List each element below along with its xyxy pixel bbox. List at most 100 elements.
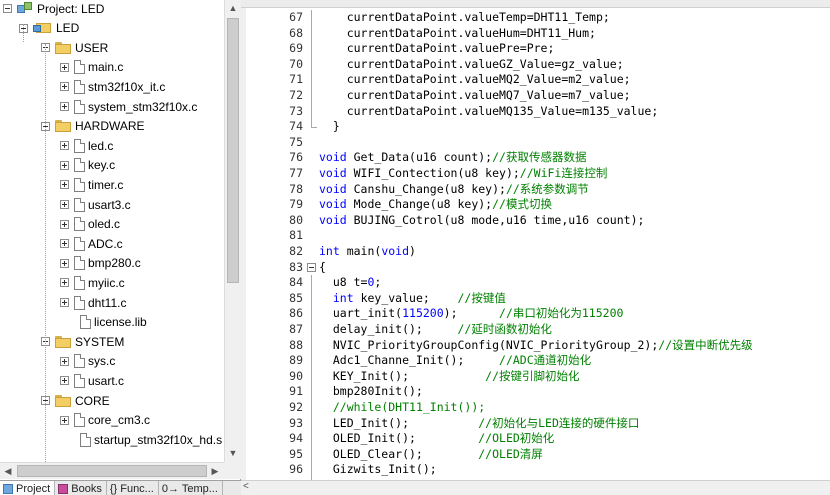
code-line[interactable]: 79 void Mode_Change(u8 key);//模式切换 (241, 197, 830, 213)
code-line[interactable]: 68 currentDataPoint.valueHum=DHT11_Hum; (241, 26, 830, 42)
expand-plus-icon[interactable] (60, 278, 69, 288)
line-number: 89 (289, 353, 303, 368)
code-line[interactable]: 83 { (241, 260, 830, 276)
scroll-up-arrow-icon[interactable]: ▲ (225, 0, 241, 16)
code-line[interactable]: 82 int main(void) (241, 244, 830, 260)
code-line[interactable]: 87 delay_init(); //延时函数初始化 (241, 322, 830, 338)
tab-functions[interactable]: {} Func... (107, 481, 159, 495)
tree-file-item[interactable]: dht11.c (60, 293, 126, 312)
fold-minus-icon[interactable] (307, 262, 316, 272)
expand-plus-icon[interactable] (60, 200, 69, 209)
tab-books[interactable]: Books (55, 481, 107, 495)
file-label: stm32f10x_it.c (88, 79, 166, 94)
tree-file-item[interactable]: license.lib (75, 313, 147, 332)
code-line[interactable]: 96 Gizwits_Init(); (241, 462, 830, 478)
expand-plus-icon[interactable] (60, 376, 69, 386)
code-text: Gizwits_Init(); (319, 462, 437, 477)
editor-scroll-left-arrow-icon[interactable]: < (243, 481, 249, 492)
expand-plus-icon[interactable] (60, 82, 69, 92)
tree-group-system[interactable]: SYSTEM (41, 332, 124, 351)
code-line[interactable]: 81 (241, 228, 830, 244)
code-line[interactable]: 72 currentDataPoint.valueMQ7_Value=m7_va… (241, 88, 830, 104)
expand-plus-icon[interactable] (60, 219, 69, 229)
code-line[interactable]: 92 //while(DHT11_Init()); (241, 400, 830, 416)
expand-plus-icon[interactable] (60, 62, 69, 72)
code-line[interactable]: 94 OLED_Init(); //OLED初始化 (241, 431, 830, 447)
expand-plus-icon[interactable] (60, 239, 69, 249)
code-line[interactable]: 71 currentDataPoint.valueMQ2_Value=m2_va… (241, 72, 830, 88)
line-number: 92 (289, 400, 303, 414)
tab-templates[interactable]: 0→ Temp... (159, 481, 223, 495)
tree-file-item[interactable]: system_stm32f10x.c (60, 97, 197, 116)
code-line[interactable]: 90 KEY_Init(); //按键引脚初始化 (241, 369, 830, 385)
code-line[interactable]: 93 LED_Init(); //初始化与LED连接的硬件接口 (241, 416, 830, 432)
code-line[interactable]: 75 (241, 135, 830, 151)
line-number: 71 (289, 72, 303, 87)
tree-file-item[interactable]: oled.c (60, 215, 120, 234)
tree-file-item[interactable]: core_cm3.c (60, 411, 150, 430)
code-line[interactable]: 80 void BUJING_Cotrol(u8 mode,u16 time,u1… (241, 213, 830, 229)
tree-file-item[interactable]: timer.c (60, 175, 123, 194)
line-number: 80 (289, 212, 303, 227)
code-line[interactable]: 76 void Get_Data(u16 count);//获取传感器数据 (241, 150, 830, 166)
tree-file-item[interactable]: usart.c (60, 371, 124, 390)
horizontal-scroll-thumb[interactable] (17, 465, 207, 477)
tree-file-item[interactable]: bmp280.c (60, 254, 141, 273)
code-line[interactable]: 88 NVIC_PriorityGroupConfig(NVIC_Priorit… (241, 338, 830, 354)
scroll-right-arrow-icon[interactable]: ▶ (207, 463, 223, 479)
line-number: 82 (289, 244, 303, 258)
tree-vertical-scrollbar[interactable]: ▲ ▼ (224, 0, 241, 462)
file-label: usart3.c (88, 197, 131, 212)
expand-plus-icon[interactable] (60, 356, 69, 366)
tree-file-item[interactable]: usart3.c (60, 195, 131, 214)
tree-file-item[interactable]: main.c (60, 58, 123, 77)
code-line[interactable]: 78 void Canshu_Change(u8 key);//系统参数调节 (241, 182, 830, 198)
editor-horizontal-scrollbar[interactable]: < (241, 480, 830, 495)
line-number: 83 (289, 259, 303, 274)
scroll-down-arrow-icon[interactable]: ▼ (225, 445, 241, 461)
expand-plus-icon[interactable] (60, 180, 69, 190)
file-label: dht11.c (88, 295, 127, 310)
collapse-minus-icon[interactable] (3, 4, 12, 13)
tree-file-item[interactable]: myiic.c (60, 273, 125, 292)
tree-file-item[interactable]: startup_stm32f10x_hd.s (75, 430, 222, 449)
code-line[interactable]: 69 currentDataPoint.valuePre=Pre; (241, 41, 830, 57)
code-line[interactable]: 86 uart_init(115200); //串口初始化为115200 (241, 306, 830, 322)
vertical-scroll-thumb[interactable] (227, 18, 239, 283)
code-editor[interactable]: 67 currentDataPoint.valueTemp=DHT11_Temp… (241, 0, 830, 495)
tree-horizontal-scrollbar[interactable]: ◀ ▶ (0, 462, 224, 479)
file-label: main.c (88, 60, 124, 75)
tree-group-user[interactable]: USER (41, 38, 108, 57)
code-line[interactable]: 84 u8 t=0; (241, 275, 830, 291)
expand-plus-icon[interactable] (60, 141, 69, 151)
panel-tabs: Project Books {} Func... 0→ Temp... (0, 480, 241, 495)
scroll-left-arrow-icon[interactable]: ◀ (0, 463, 16, 479)
code-line[interactable]: 91 bmp280Init(); (241, 384, 830, 400)
tab-project[interactable]: Project (0, 481, 56, 495)
expand-plus-icon[interactable] (60, 258, 69, 268)
code-line[interactable]: 77 void WIFI_Contection(u8 key);//WiFi连接控… (241, 166, 830, 182)
tree-file-item[interactable]: stm32f10x_it.c (60, 77, 165, 96)
tree-target-led[interactable]: LED (19, 19, 79, 38)
tree-file-item[interactable]: sys.c (60, 352, 115, 371)
line-number: 79 (289, 197, 303, 212)
tree-file-item[interactable]: ADC.c (60, 234, 123, 253)
code-line[interactable]: 95 OLED_Clear(); //OLED清屏 (241, 447, 830, 463)
expand-plus-icon[interactable] (60, 102, 69, 111)
tree-file-item[interactable]: key.c (60, 156, 115, 175)
tree-group-hardware[interactable]: HARDWARE (41, 117, 145, 136)
code-line[interactable]: 85 int key_value; //按键值 (241, 291, 830, 307)
expand-plus-icon[interactable] (60, 298, 69, 307)
file-icon (74, 217, 85, 232)
tree-file-item[interactable]: led.c (60, 136, 113, 155)
code-line[interactable]: 89 Adc1_Channe_Init(); //ADC通道初始化 (241, 353, 830, 369)
code-line[interactable]: 70 currentDataPoint.valueGZ_Value=gz_val… (241, 57, 830, 73)
tree-root-project[interactable]: Project: LED (3, 0, 104, 18)
code-line[interactable]: 74 } (241, 119, 830, 135)
expand-plus-icon[interactable] (60, 415, 69, 425)
expand-plus-icon[interactable] (60, 160, 69, 170)
tree-group-core[interactable]: CORE (41, 391, 110, 410)
code-line[interactable]: 67 currentDataPoint.valueTemp=DHT11_Temp… (241, 10, 830, 26)
code-line[interactable]: 73 currentDataPoint.valueMQ135_Value=m13… (241, 104, 830, 120)
code-text: currentDataPoint.valuePre=Pre; (319, 41, 555, 56)
